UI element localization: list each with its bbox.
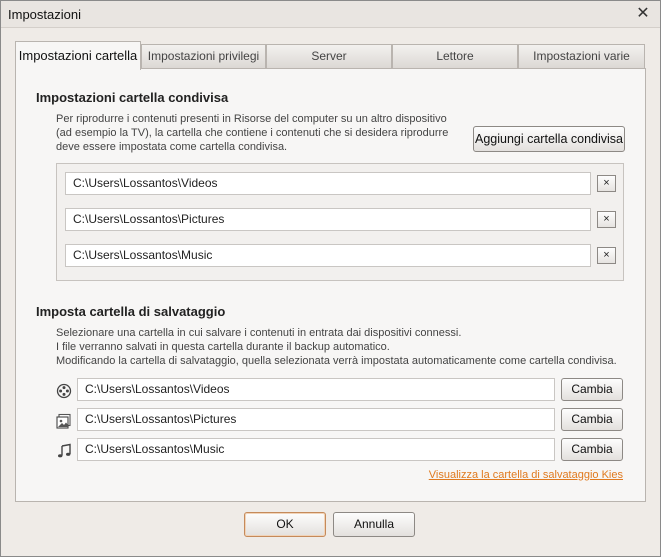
tab-player[interactable]: Lettore (392, 44, 518, 69)
tab-misc-settings[interactable]: Impostazioni varie (518, 44, 645, 69)
change-backup-folder-button[interactable]: Cambia (561, 378, 623, 401)
remove-shared-folder-button[interactable]: × (597, 175, 616, 192)
tab-privilege-settings[interactable]: Impostazioni privilegi (141, 44, 266, 69)
shared-folder-path: C:\Users\Lossantos\Pictures (65, 208, 591, 231)
backup-folder-path: C:\Users\Lossantos\Videos (77, 378, 555, 401)
shared-folder-path: C:\Users\Lossantos\Videos (65, 172, 591, 195)
cancel-button[interactable]: Annulla (333, 512, 415, 537)
ok-button[interactable]: OK (244, 512, 326, 537)
backup-desc-line: Modificando la cartella di salvataggio, … (56, 355, 617, 367)
shared-desc-line: (ad esempio la TV), la cartella che cont… (56, 127, 449, 139)
music-note-icon (56, 443, 72, 459)
backup-folder-path: C:\Users\Lossantos\Music (77, 438, 555, 461)
film-reel-icon (56, 383, 72, 399)
shared-folder-section-title: Impostazioni cartella condivisa (36, 90, 229, 105)
shared-desc-line: Per riprodurre i contenuti presenti in R… (56, 113, 447, 125)
backup-folder-path: C:\Users\Lossantos\Pictures (77, 408, 555, 431)
settings-dialog: Impostazioni ✕ Impostazioni cartella Imp… (0, 0, 661, 557)
tab-server[interactable]: Server (266, 44, 392, 69)
remove-shared-folder-button[interactable]: × (597, 211, 616, 228)
close-icon[interactable]: ✕ (635, 6, 651, 22)
add-shared-folder-button[interactable]: Aggiungi cartella condivisa (473, 126, 625, 152)
backup-folder-description: Selezionare una cartella in cui salvare … (56, 326, 617, 368)
shared-folder-list: C:\Users\Lossantos\Videos × C:\Users\Los… (56, 163, 624, 281)
picture-icon (56, 413, 72, 429)
remove-shared-folder-button[interactable]: × (597, 247, 616, 264)
shared-desc-line: deve essere impostata come cartella cond… (56, 141, 288, 153)
backup-folder-section-title: Imposta cartella di salvataggio (36, 304, 226, 319)
tab-panel: Impostazioni cartella condivisa Per ripr… (15, 68, 646, 502)
backup-desc-line: I file verranno salvati in questa cartel… (56, 341, 390, 353)
title-bar: Impostazioni ✕ (1, 1, 660, 28)
change-backup-folder-button[interactable]: Cambia (561, 408, 623, 431)
view-backup-folder-link[interactable]: Visualizza la cartella di salvataggio Ki… (429, 469, 623, 481)
tab-bar: Impostazioni cartella Impostazioni privi… (15, 41, 645, 70)
change-backup-folder-button[interactable]: Cambia (561, 438, 623, 461)
shared-folder-path: C:\Users\Lossantos\Music (65, 244, 591, 267)
tab-folder-settings[interactable]: Impostazioni cartella (15, 41, 141, 70)
window-title: Impostazioni (8, 7, 81, 22)
shared-folder-description: Per riprodurre i contenuti presenti in R… (56, 112, 448, 154)
backup-desc-line: Selezionare una cartella in cui salvare … (56, 327, 462, 339)
